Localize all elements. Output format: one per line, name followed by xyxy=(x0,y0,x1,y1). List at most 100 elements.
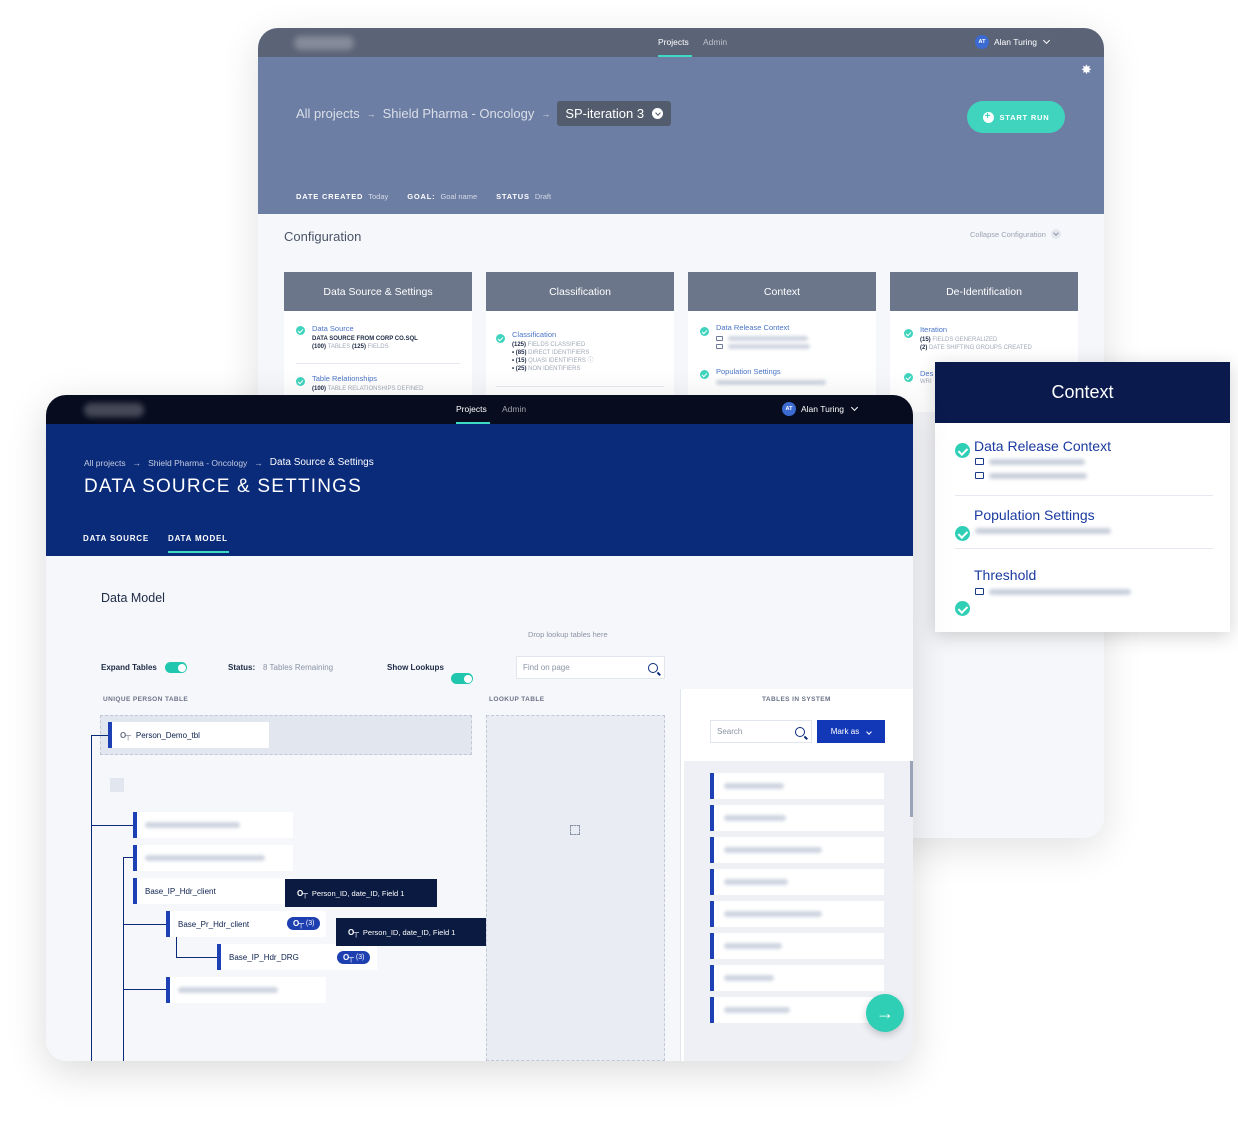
card-context[interactable]: Context Data Release Context Population … xyxy=(688,272,876,412)
key-icon: O┬ xyxy=(348,927,359,937)
lookup-dropzone[interactable] xyxy=(486,715,665,1061)
table-node-base-ip-hdr-client[interactable]: Base_IP_Hdr_client xyxy=(133,878,293,904)
nav-admin[interactable]: Admin xyxy=(502,404,526,414)
nav-projects[interactable]: Projects xyxy=(456,404,487,414)
nav-admin[interactable]: Admin xyxy=(703,37,727,47)
arrow-right-icon: → xyxy=(366,108,376,119)
start-run-button[interactable]: + START RUN xyxy=(967,101,1065,133)
table-count: (100) xyxy=(312,344,327,350)
expand-tables-toggle[interactable] xyxy=(165,662,187,673)
breadcrumb-project[interactable]: Shield Pharma - Oncology xyxy=(383,106,535,121)
find-placeholder: Find on page xyxy=(523,663,570,672)
redacted-text xyxy=(145,855,265,861)
card-classification[interactable]: Classification Classification (125) FIEL… xyxy=(486,272,674,412)
show-lookups-toggle[interactable] xyxy=(451,673,473,684)
population-settings-title[interactable]: Population Settings xyxy=(974,507,1095,523)
mark-as-button[interactable]: Mark as xyxy=(817,720,885,743)
node-accent xyxy=(133,845,137,871)
count: • (25) xyxy=(512,366,527,372)
data-release-context-title[interactable]: Data Release Context xyxy=(974,438,1111,454)
check-icon xyxy=(700,370,709,379)
user-name[interactable]: Alan Turing xyxy=(994,37,1037,47)
card-item-data-release-context[interactable]: Data Release Context xyxy=(716,323,866,349)
popup-title: Context xyxy=(935,362,1230,423)
breadcrumb-project[interactable]: Shield Pharma - Oncology xyxy=(148,458,247,468)
tab-active-underline xyxy=(168,551,229,553)
context-popup: Context Data Release Context Population … xyxy=(935,362,1230,632)
check-icon xyxy=(955,443,970,458)
search-icon[interactable] xyxy=(648,662,658,673)
key-icon: O┬ xyxy=(293,919,304,928)
table-node[interactable] xyxy=(133,845,293,871)
iteration-selector[interactable]: SP-iteration 3 xyxy=(557,101,672,126)
breadcrumb: All projects → Shield Pharma - Oncology … xyxy=(296,101,672,126)
check-icon xyxy=(904,329,913,338)
lookup-table-header: LOOKUP TABLE xyxy=(489,696,545,703)
chevron-down-icon[interactable] xyxy=(850,403,859,412)
find-on-page-input[interactable]: Find on page xyxy=(516,656,665,679)
key-count-chip[interactable]: O┬ (3) xyxy=(337,951,371,964)
breadcrumb-all-projects[interactable]: All projects xyxy=(84,458,126,468)
card-item-table-relationships[interactable]: Table Relationships (100) TABLE RELATION… xyxy=(312,374,467,393)
scrollbar[interactable] xyxy=(910,761,913,817)
status-label: STATUS xyxy=(496,192,530,201)
tree-line xyxy=(123,924,166,925)
card-item-population-settings[interactable]: Population Settings xyxy=(716,367,866,385)
threshold-title[interactable]: Threshold xyxy=(974,567,1036,583)
card-item-data-source[interactable]: Data Source DATA SOURCE FROM CORP CO.SQL… xyxy=(312,324,467,351)
fields-label: FIELDS xyxy=(367,344,389,350)
next-arrow-button[interactable]: → xyxy=(866,994,904,1032)
card-data-source-settings[interactable]: Data Source & Settings Data Source DATA … xyxy=(284,272,472,412)
count: • (15) xyxy=(512,358,527,364)
node-accent xyxy=(710,805,714,831)
redacted-text xyxy=(728,336,808,341)
breadcrumb-all-projects[interactable]: All projects xyxy=(296,106,360,121)
table-node[interactable] xyxy=(133,812,293,838)
count-label: FIELDS CLASSIFIED xyxy=(527,342,586,348)
system-table-item[interactable] xyxy=(710,901,884,927)
system-table-item[interactable] xyxy=(710,805,884,831)
logo xyxy=(294,36,354,50)
node-label: Person_Demo_tbl xyxy=(135,730,200,740)
arrow-right-icon: → xyxy=(132,457,142,468)
card-item-iteration[interactable]: Iteration (15) FIELDS GENERALIZED (2) DA… xyxy=(920,325,1075,352)
show-lookups-label: Show Lookups xyxy=(387,663,444,672)
system-table-item[interactable] xyxy=(710,773,884,799)
tooltip-text: Person_ID, date_ID, Field 1 xyxy=(362,927,456,937)
check-icon xyxy=(904,373,913,382)
status-label: Status: xyxy=(228,663,256,672)
system-table-item[interactable] xyxy=(710,837,884,863)
avatar[interactable]: AT xyxy=(975,35,989,49)
relationship-count: (100) xyxy=(312,386,327,392)
nav-projects[interactable]: Projects xyxy=(658,37,689,47)
gear-icon[interactable]: ✸ xyxy=(1081,62,1092,78)
card-item-classification[interactable]: Classification (125) FIELDS CLASSIFIED •… xyxy=(512,330,670,373)
page-header: All projects → Shield Pharma - Oncology … xyxy=(46,424,913,556)
project-header: ✸ All projects → Shield Pharma - Oncolog… xyxy=(258,57,1104,214)
chevron-down-icon xyxy=(1050,229,1061,239)
chevron-down-icon xyxy=(652,108,664,119)
system-search-input[interactable]: Search xyxy=(710,720,812,743)
system-table-item[interactable] xyxy=(710,965,884,991)
node-accent xyxy=(166,977,170,1003)
breadcrumb-current: Data Source & Settings xyxy=(269,457,374,468)
tab-data-model[interactable]: DATA MODEL xyxy=(168,534,228,543)
avatar[interactable]: AT xyxy=(782,402,796,416)
tab-data-source[interactable]: DATA SOURCE xyxy=(83,534,149,543)
data-model-title: Data Model xyxy=(101,591,165,605)
search-icon[interactable] xyxy=(795,726,805,737)
user-name[interactable]: Alan Turing xyxy=(801,404,844,414)
card-title: Data Source & Settings xyxy=(284,272,472,311)
card-title: Context xyxy=(688,272,876,311)
table-node[interactable] xyxy=(166,977,326,1003)
mark-as-label: Mark as xyxy=(830,727,860,736)
chevron-down-icon[interactable] xyxy=(1042,36,1051,45)
item-title: Data Source xyxy=(312,324,354,333)
system-table-item[interactable] xyxy=(710,997,884,1023)
project-meta: DATE CREATED Today GOAL: Goal name STATU… xyxy=(296,192,551,201)
collapse-configuration-link[interactable]: Collapse Configuration xyxy=(970,229,1061,239)
system-table-item[interactable] xyxy=(710,869,884,895)
key-count-chip[interactable]: O┬ (3) xyxy=(287,917,321,930)
table-node-root[interactable]: O┬ Person_Demo_tbl xyxy=(108,722,269,748)
system-table-item[interactable] xyxy=(710,933,884,959)
